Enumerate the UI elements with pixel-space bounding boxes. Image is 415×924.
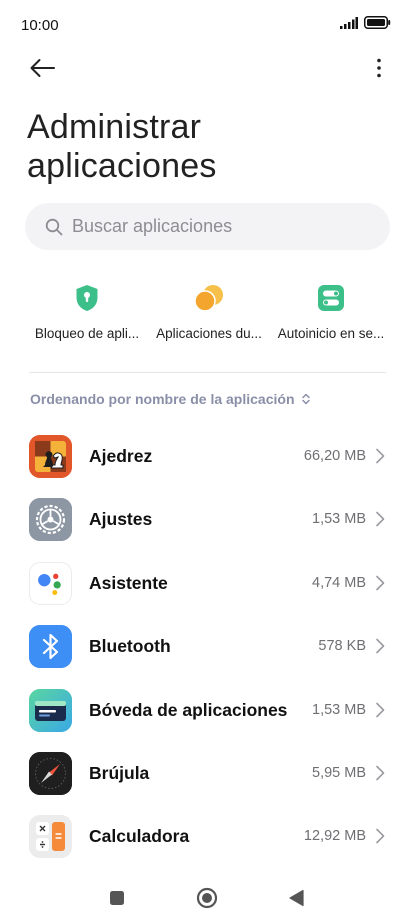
square-recents-icon (109, 890, 125, 911)
chevron-right-icon (375, 446, 387, 466)
assistant-dots-icon (29, 561, 72, 605)
status-time: 10:00 (21, 17, 59, 34)
signal-icon (340, 16, 358, 34)
arrow-left-icon (29, 58, 55, 83)
system-back-button[interactable] (284, 888, 308, 912)
toolbar (0, 50, 415, 90)
page-title-line2: aplicaciones (27, 147, 217, 185)
app-size: 5,95 MB (312, 764, 366, 781)
navigation-bar (0, 878, 415, 924)
search-icon (44, 217, 64, 237)
search-input[interactable]: Buscar aplicaciones (25, 203, 390, 250)
app-name: Calculadora (89, 826, 190, 847)
settings-gear-icon (29, 498, 72, 542)
app-list: Ajedrez 66,20 MB Ajustes 1,53 MB Asisten… (0, 425, 415, 869)
shortcut-dual-apps[interactable]: Aplicaciones du... (150, 282, 268, 352)
page-title: Administrar aplicaciones (27, 108, 217, 186)
chevron-right-icon (375, 700, 387, 720)
chevron-right-icon (375, 826, 387, 846)
shortcut-row: Bloqueo de apli... Aplicaciones du... Au… (28, 282, 390, 352)
app-name: Ajustes (89, 509, 153, 530)
chevron-right-icon (375, 573, 387, 593)
app-size: 12,92 MB (303, 828, 366, 845)
sort-label: Ordenando por nombre de la aplicación (30, 391, 295, 407)
calculator-icon (29, 815, 72, 859)
app-size: 1,53 MB (312, 511, 366, 528)
list-item[interactable]: Ajustes 1,53 MB (0, 488, 415, 551)
page-title-line1: Administrar (27, 108, 202, 146)
more-vertical-icon (376, 58, 382, 83)
app-name: Brújula (89, 762, 150, 783)
list-item[interactable]: Asistente 4,74 MB (0, 552, 415, 615)
app-size: 4,74 MB (312, 574, 366, 591)
toggle-autostart-icon (315, 282, 347, 314)
triangle-back-icon (288, 889, 304, 912)
chevron-right-icon (375, 763, 387, 783)
status-icons (340, 16, 391, 34)
app-size: 578 KB (318, 638, 366, 655)
back-button[interactable] (26, 56, 58, 84)
shortcut-app-lock[interactable]: Bloqueo de apli... (28, 282, 146, 352)
shortcut-label: Autoinicio en se... (277, 326, 385, 341)
status-bar: 10:00 (0, 0, 415, 50)
app-name: Asistente (89, 572, 168, 593)
dual-apps-icon (193, 282, 225, 314)
list-item[interactable]: Bóveda de aplicaciones 1,53 MB (0, 679, 415, 742)
search-placeholder: Buscar aplicaciones (72, 216, 233, 236)
more-options-button[interactable] (369, 56, 389, 84)
app-name: Bóveda de aplicaciones (89, 699, 288, 720)
shortcut-autostart[interactable]: Autoinicio en se... (272, 282, 390, 352)
bluetooth-icon (29, 625, 72, 669)
battery-icon (364, 16, 391, 34)
shield-lock-icon (71, 282, 103, 314)
app-name: Bluetooth (89, 636, 171, 657)
chevron-right-icon (375, 636, 387, 656)
home-button[interactable] (195, 887, 219, 914)
divider (29, 372, 386, 373)
app-vault-icon (29, 688, 72, 732)
sort-selector[interactable]: Ordenando por nombre de la aplicación (30, 391, 311, 407)
shortcut-label: Bloqueo de apli... (34, 326, 140, 341)
shortcut-label: Aplicaciones du... (156, 326, 262, 341)
app-name: Ajedrez (89, 446, 153, 466)
list-item[interactable]: Calculadora 12,92 MB (0, 805, 415, 868)
chevron-right-icon (375, 509, 387, 529)
sort-updown-icon (301, 392, 311, 406)
list-item[interactable]: Ajedrez 66,20 MB (0, 425, 415, 488)
app-size: 1,53 MB (312, 701, 366, 718)
compass-icon (29, 751, 72, 795)
circle-home-icon (196, 887, 218, 914)
recents-button[interactable] (105, 888, 129, 912)
list-item[interactable]: Bluetooth 578 KB (0, 615, 415, 678)
list-item[interactable]: Brújula 5,95 MB (0, 742, 415, 805)
chess-icon (29, 435, 72, 478)
app-size: 66,20 MB (303, 448, 366, 464)
